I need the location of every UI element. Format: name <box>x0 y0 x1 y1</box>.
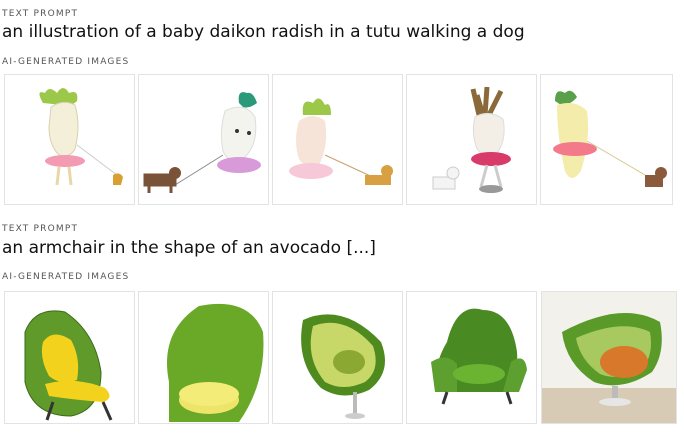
ai-images-label-1: AI-GENERATED IMAGES <box>2 57 130 67</box>
daikon-image-4[interactable] <box>406 74 537 205</box>
daikon-image-5[interactable] <box>540 74 673 205</box>
avocado-chair-image-5[interactable] <box>541 291 677 424</box>
daikon-image-2[interactable] <box>138 74 269 205</box>
text-prompt-label-1: TEXT PROMPT <box>2 9 79 19</box>
avocado-chair-image-2[interactable] <box>138 291 269 424</box>
daikon-image-1[interactable] <box>4 74 135 205</box>
avocado-chair-image-3[interactable] <box>272 291 403 424</box>
avocado-chair-image-4[interactable] <box>406 291 537 424</box>
text-prompt-label-2: TEXT PROMPT <box>2 224 79 234</box>
avocado-chair-image-1[interactable] <box>4 291 135 424</box>
ai-images-label-2: AI-GENERATED IMAGES <box>2 272 130 282</box>
text-prompt-1: an illustration of a baby daikon radish … <box>2 22 525 42</box>
text-prompt-2: an armchair in the shape of an avocado [… <box>2 238 376 258</box>
daikon-image-3[interactable] <box>272 74 403 205</box>
